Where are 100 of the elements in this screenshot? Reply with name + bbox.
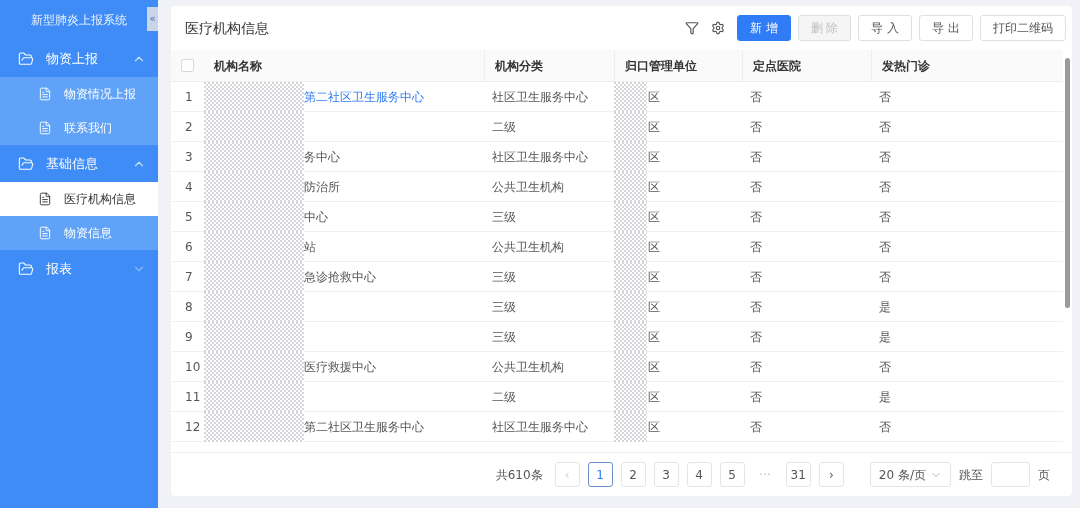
table-cell-text: 第二社区卫生服务中心 <box>304 418 424 436</box>
table-cell-text: 区 <box>648 328 660 346</box>
table-cell-text: 否 <box>750 208 762 226</box>
redaction-mask <box>614 81 647 112</box>
redaction-mask <box>614 291 647 322</box>
page-title: 医疗机构信息 <box>185 18 270 38</box>
table-cell-text: 否 <box>879 268 891 286</box>
page-button[interactable]: 3 <box>653 462 679 487</box>
institution-link[interactable]: 第二社区卫生服务中心 <box>304 87 424 106</box>
table-cell-text: 否 <box>750 238 762 256</box>
table-cell-text: 否 <box>750 178 762 196</box>
table-cell-text: 否 <box>750 388 762 406</box>
column-header: 机构名称 <box>214 57 262 75</box>
toolbar-button[interactable]: 导 出 <box>919 15 973 41</box>
toolbar-button[interactable]: 打印二维码 <box>980 15 1066 41</box>
row-number: 11 <box>185 388 201 406</box>
table-cell-text: 是 <box>879 298 891 316</box>
table-cell-text: 否 <box>879 178 891 196</box>
scrollbar[interactable] <box>1065 58 1070 308</box>
row-number: 9 <box>185 328 193 346</box>
folder-icon <box>18 155 34 172</box>
table-cell-text: 务中心 <box>304 148 340 166</box>
row-number: 3 <box>185 148 193 166</box>
table-cell-text: 是 <box>879 328 891 346</box>
table-cell-text: 否 <box>879 238 891 256</box>
row-number: 5 <box>185 208 193 226</box>
table-cell-text: 否 <box>750 418 762 436</box>
table-cell-text: 站 <box>304 238 316 256</box>
table-cell-text: 中心 <box>304 208 328 226</box>
column-header: 机构分类 <box>495 57 543 75</box>
page-suffix: 页 <box>1038 466 1050 484</box>
table-cell-text: 否 <box>750 88 762 106</box>
row-number: 10 <box>185 358 201 376</box>
table-cell-text: 区 <box>648 358 660 376</box>
table-cell-text: 区 <box>648 388 660 406</box>
table-cell-text: 三级 <box>492 208 516 226</box>
select-all-checkbox[interactable] <box>181 59 194 72</box>
table-cell-text: 二级 <box>492 388 516 406</box>
redaction-mask <box>614 231 647 262</box>
menu-group[interactable]: 基础信息 <box>0 145 158 182</box>
menu-group[interactable]: 报表 <box>0 250 158 287</box>
redaction-mask <box>614 351 647 382</box>
collapse-button[interactable]: « <box>147 7 158 31</box>
next-page-button[interactable]: › <box>818 462 844 487</box>
table-cell-text: 否 <box>750 268 762 286</box>
table-cell-text: 区 <box>648 208 660 226</box>
menu-item[interactable]: 医疗机构信息 <box>0 182 158 216</box>
table-cell-text: 否 <box>750 148 762 166</box>
table-cell-text: 急诊抢救中心 <box>304 268 376 286</box>
page-button[interactable]: 2 <box>620 462 646 487</box>
settings-icon[interactable] <box>710 21 725 35</box>
page-size-select[interactable]: 20 条/页 <box>869 462 951 487</box>
page-button[interactable]: 4 <box>686 462 712 487</box>
jump-label: 跳至 <box>959 466 983 484</box>
table-cell-text: 社区卫生服务中心 <box>492 418 588 436</box>
table-cell-text: 三级 <box>492 268 516 286</box>
table-cell-text: 二级 <box>492 118 516 136</box>
table-cell-text: 区 <box>648 268 660 286</box>
row-number: 2 <box>185 118 193 136</box>
column-header: 归口管理单位 <box>625 57 697 75</box>
toolbar-button[interactable]: 导 入 <box>858 15 913 41</box>
page-button[interactable]: 1 <box>587 462 613 487</box>
table-cell-text: 否 <box>879 88 891 106</box>
page-button[interactable]: 5 <box>719 462 745 487</box>
filter-icon[interactable] <box>684 21 699 35</box>
redaction-mask <box>614 171 647 202</box>
table-cell-text: 区 <box>648 148 660 166</box>
table-cell-text: 否 <box>750 328 762 346</box>
table-cell-text: 否 <box>750 118 762 136</box>
redaction-mask <box>614 201 647 232</box>
menu-item[interactable]: 联系我们 <box>0 111 158 145</box>
table-cell-text: 否 <box>879 148 891 166</box>
table-cell-text: 医疗救援中心 <box>304 358 376 376</box>
row-number: 12 <box>185 418 201 436</box>
table-cell-text: 否 <box>879 418 891 436</box>
menu-item[interactable]: 物资情况上报 <box>0 77 158 111</box>
table-cell-text: 防治所 <box>304 178 340 196</box>
table-cell-text: 三级 <box>492 328 516 346</box>
redaction-mask <box>614 261 647 292</box>
table-cell-text: 否 <box>750 358 762 376</box>
menu-item[interactable]: 物资信息 <box>0 216 158 250</box>
table-cell-text: 区 <box>648 118 660 136</box>
table-cell-text: 区 <box>648 178 660 196</box>
table-cell-text: 否 <box>879 208 891 226</box>
menu-group[interactable]: 物资上报 <box>0 40 158 77</box>
redaction-mask <box>614 111 647 142</box>
redaction-mask <box>614 381 647 412</box>
table-cell-text: 公共卫生机构 <box>492 178 564 196</box>
document-icon <box>38 87 52 101</box>
redaction-mask <box>614 411 647 442</box>
table-cell-text: 否 <box>750 298 762 316</box>
table-cell-text: 社区卫生服务中心 <box>492 148 588 166</box>
table-cell-text: 区 <box>648 238 660 256</box>
toolbar-button[interactable]: 新 增 <box>736 15 791 41</box>
row-number: 8 <box>185 298 193 316</box>
table-cell-text: 是 <box>879 388 891 406</box>
table-cell-text: 区 <box>648 418 660 436</box>
page-button[interactable]: 31 <box>785 462 811 487</box>
document-icon <box>38 121 52 135</box>
jump-page-field[interactable] <box>991 462 1030 487</box>
